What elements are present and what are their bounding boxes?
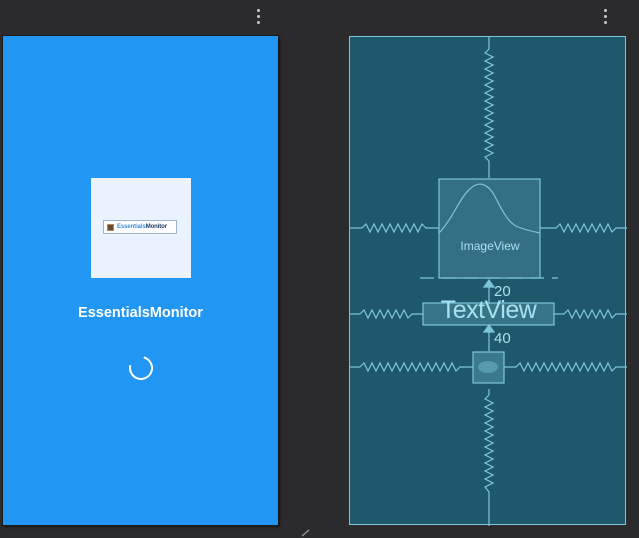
logo-badge: EssentialsMonitor bbox=[103, 220, 177, 234]
blueprint-preview[interactable]: ImageView TextView 20 40 bbox=[349, 36, 627, 526]
app-logo-image[interactable]: EssentialsMonitor bbox=[91, 178, 191, 278]
imageview-outline bbox=[438, 178, 541, 279]
progress-spinner[interactable] bbox=[124, 351, 158, 385]
logo-text-monitor: Monitor bbox=[145, 224, 167, 230]
logo-text-essentials: Essentials bbox=[117, 224, 146, 230]
margin-label-progress: 40 bbox=[494, 330, 511, 347]
margin-label-textview: 20 bbox=[494, 283, 511, 300]
top-constraint-spring bbox=[483, 48, 495, 178]
app-name-textview[interactable]: EssentialsMonitor bbox=[3, 305, 278, 321]
bottom-constraint-spring bbox=[483, 394, 495, 526]
resize-handle-icon[interactable] bbox=[300, 529, 312, 538]
design-more-options-icon[interactable] bbox=[251, 4, 267, 28]
logo-icon bbox=[107, 223, 114, 231]
textview-label: TextView bbox=[440, 296, 537, 324]
design-preview[interactable]: EssentialsMonitor EssentialsMonitor bbox=[3, 36, 278, 525]
imageview-label: ImageView bbox=[460, 239, 520, 253]
blueprint-more-options-icon[interactable] bbox=[598, 4, 614, 28]
blueprint-constraints bbox=[350, 37, 627, 526]
